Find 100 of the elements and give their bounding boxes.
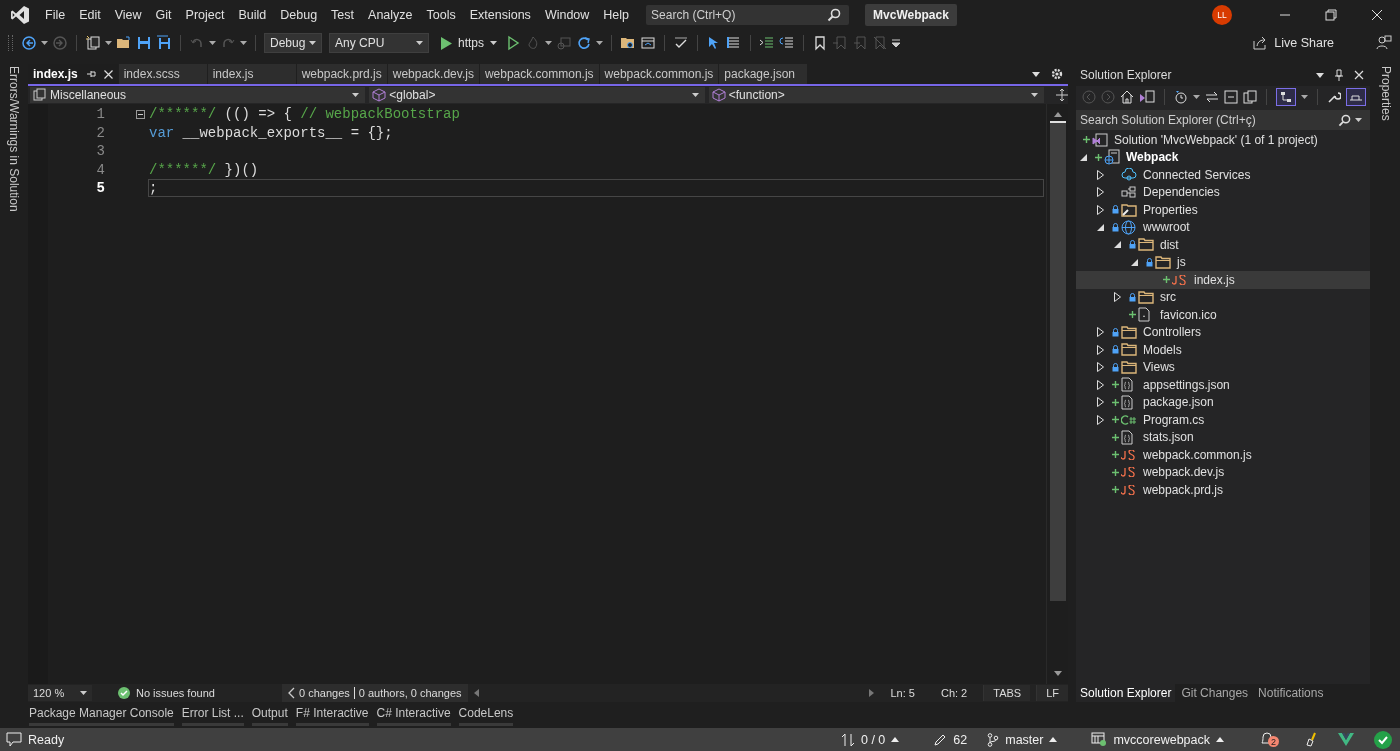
collapse-all-icon[interactable]: [1224, 90, 1238, 104]
authors-count[interactable]: 0 authors, 0 changes: [358, 687, 462, 699]
sync-arrows-icon[interactable]: [841, 732, 855, 747]
tree-item[interactable]: webpack.dev.js: [1076, 463, 1370, 481]
search-field[interactable]: Search (Ctrl+Q): [646, 5, 850, 25]
copy-icon[interactable]: [1243, 90, 1257, 104]
folder-search-icon[interactable]: [620, 35, 636, 51]
open-folder-icon[interactable]: [116, 35, 132, 51]
errors-panel-tab[interactable]: Errors/Warnings in Solution: [0, 64, 28, 702]
menu-item[interactable]: Git: [148, 8, 179, 22]
tree-item[interactable]: Solution 'MvcWebpack' (1 of 1 project): [1076, 131, 1370, 149]
document-tab[interactable]: index.js: [207, 64, 296, 84]
tree-item[interactable]: favicon.ico: [1076, 306, 1370, 324]
expanded-icon[interactable]: [1097, 223, 1104, 231]
expanded-icon[interactable]: [1080, 153, 1087, 161]
tree-item[interactable]: Properties: [1076, 201, 1370, 219]
pending-edits[interactable]: 62: [953, 732, 968, 747]
tree-item[interactable]: index.js: [1076, 271, 1370, 289]
back-icon[interactable]: [21, 35, 37, 51]
expanded-icon[interactable]: [1114, 241, 1121, 249]
expanded-icon[interactable]: [1131, 258, 1138, 266]
menu-item[interactable]: Help: [596, 8, 637, 22]
configuration-dropdown[interactable]: Debug: [264, 33, 322, 53]
collapsed-icon[interactable]: [1097, 397, 1104, 408]
close-icon[interactable]: [1371, 9, 1383, 21]
tree-item[interactable]: package.json: [1076, 393, 1370, 411]
menu-item[interactable]: Extensions: [462, 8, 538, 22]
scrollbar[interactable]: [1046, 104, 1068, 684]
settings-icon[interactable]: [1051, 68, 1063, 80]
tree-item[interactable]: Dependencies: [1076, 183, 1370, 201]
document-tab[interactable]: index.scss: [118, 64, 207, 84]
panel-tab[interactable]: Git Changes: [1177, 684, 1253, 702]
wrench-icon[interactable]: [1327, 90, 1341, 104]
account-avatar[interactable]: LL: [1212, 5, 1232, 25]
tree-item[interactable]: appsettings.json: [1076, 376, 1370, 394]
caret-icon[interactable]: [891, 737, 900, 742]
overflow-icon[interactable]: [892, 39, 900, 47]
scroll-right-icon[interactable]: [869, 689, 875, 697]
indent-mode[interactable]: TABS: [983, 685, 1031, 701]
new-item-icon[interactable]: [85, 35, 101, 51]
collapsed-icon[interactable]: [1097, 344, 1104, 355]
pin-icon[interactable]: [1334, 69, 1344, 81]
tree-item[interactable]: src: [1076, 288, 1370, 306]
pin-icon[interactable]: [85, 69, 96, 79]
platform-dropdown[interactable]: Any CPU: [329, 33, 429, 53]
caret-icon[interactable]: [105, 41, 112, 45]
home-icon[interactable]: [1120, 90, 1134, 104]
indent-icon[interactable]: [759, 35, 775, 51]
split-icon[interactable]: [1056, 89, 1068, 101]
scroll-left-icon[interactable]: [473, 689, 479, 697]
document-tab[interactable]: package.json: [719, 64, 808, 84]
tree-item[interactable]: Models: [1076, 341, 1370, 359]
collapsed-icon[interactable]: [1097, 379, 1104, 390]
collapsed-icon[interactable]: [1097, 327, 1104, 338]
changes-count[interactable]: 0 changes: [299, 687, 350, 699]
window-icon[interactable]: [640, 35, 656, 51]
refresh-icon[interactable]: [576, 35, 592, 51]
caret-icon[interactable]: [545, 41, 552, 45]
hierarchy-icon[interactable]: [1276, 88, 1296, 106]
project-dropdown[interactable]: Miscellaneous: [30, 87, 366, 103]
document-tab[interactable]: webpack.dev.js: [387, 64, 479, 84]
search-field[interactable]: Search Solution Explorer (Ctrl+ç): [1076, 110, 1370, 130]
caret-icon[interactable]: [240, 41, 247, 45]
collapsed-icon[interactable]: [1097, 414, 1104, 425]
brush-icon[interactable]: [1304, 732, 1318, 747]
tree-item[interactable]: Connected Services: [1076, 166, 1370, 184]
collapsed-icon[interactable]: [1097, 187, 1104, 198]
panel-tab[interactable]: Solution Explorer: [1076, 684, 1176, 702]
dropdown-icon[interactable]: [1316, 72, 1324, 78]
caret-icon[interactable]: [596, 41, 603, 45]
line-ending[interactable]: LF: [1036, 685, 1068, 701]
menu-item[interactable]: Analyze: [361, 8, 420, 22]
menu-item[interactable]: Tools: [419, 8, 463, 22]
document-tab[interactable]: webpack.common.js: [599, 64, 719, 84]
tree-item[interactable]: Program.cs: [1076, 411, 1370, 429]
collapsed-icon[interactable]: [1097, 204, 1104, 215]
collapsed-icon[interactable]: [1114, 292, 1121, 303]
caret-icon[interactable]: [209, 41, 216, 45]
preview-icon[interactable]: [1346, 88, 1366, 106]
branch-icon[interactable]: [987, 732, 1000, 747]
menu-item[interactable]: Window: [537, 8, 597, 22]
pencil-icon[interactable]: [933, 732, 948, 747]
caret-icon[interactable]: [1216, 737, 1224, 742]
panel-tab[interactable]: Notifications: [1254, 684, 1328, 702]
close-icon[interactable]: [103, 69, 113, 79]
restore-icon[interactable]: [1325, 9, 1337, 21]
scroll-up-icon[interactable]: [1053, 112, 1062, 117]
caret-icon[interactable]: [41, 41, 48, 45]
menu-item[interactable]: Debug: [273, 8, 325, 22]
repository-icon[interactable]: [1091, 732, 1108, 747]
tree-item[interactable]: wwwroot: [1076, 218, 1370, 236]
caret-icon[interactable]: [1301, 95, 1308, 99]
output-icon[interactable]: [6, 732, 22, 747]
issues-status[interactable]: No issues found: [136, 687, 276, 699]
document-tab[interactable]: webpack.prd.js: [296, 64, 387, 84]
menu-item[interactable]: Edit: [72, 8, 108, 22]
collapsed-icon[interactable]: [1097, 169, 1104, 180]
scroll-down-icon[interactable]: [1053, 671, 1062, 676]
switch-views-icon[interactable]: [1139, 90, 1155, 104]
menu-item[interactable]: View: [107, 8, 149, 22]
